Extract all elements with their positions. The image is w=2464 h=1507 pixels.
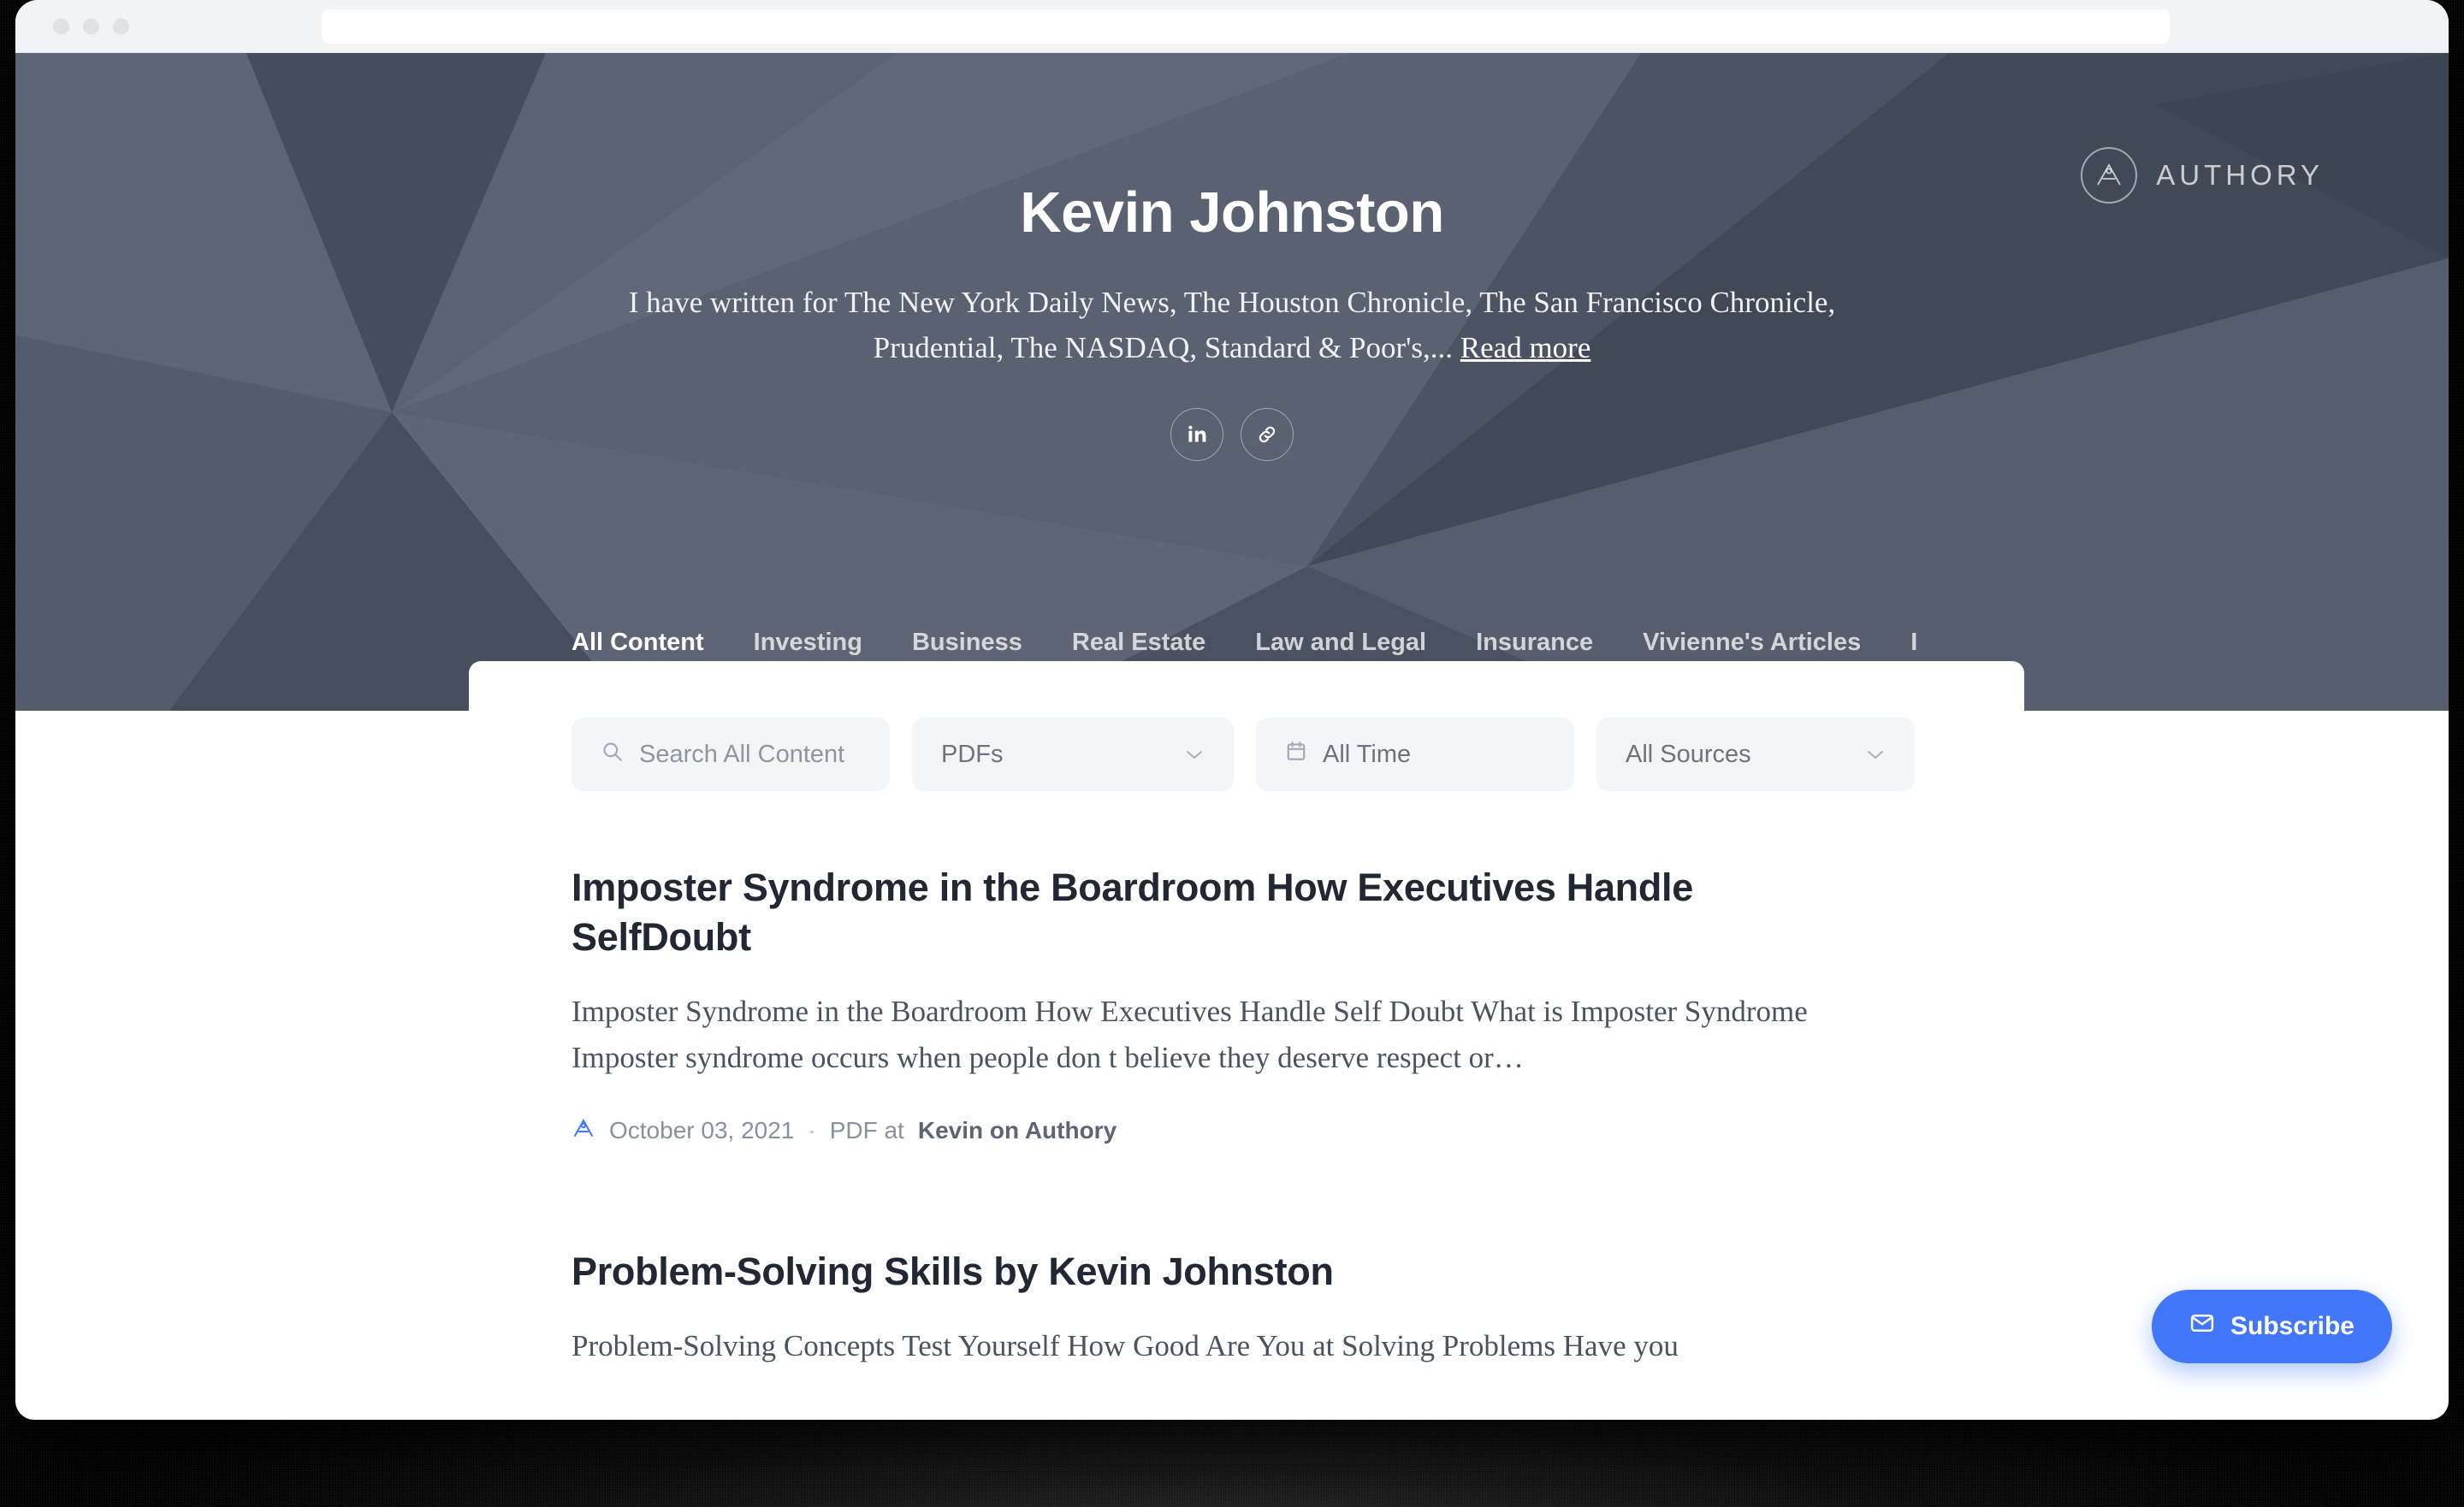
tab-investing[interactable]: Investing [754, 629, 862, 664]
article-date: October 03, 2021 [609, 1117, 795, 1144]
tab-all-content[interactable]: All Content [572, 629, 704, 694]
tab-business[interactable]: Business [912, 629, 1022, 664]
filter-bar: Search All Content PDFs All Time All Sou… [469, 718, 2024, 791]
search-icon [601, 740, 624, 770]
subscribe-button-label: Subscribe [2230, 1312, 2354, 1340]
subscribe-button[interactable]: Subscribe [2151, 1290, 2392, 1363]
envelope-icon [2189, 1310, 2215, 1343]
list-item: Imposter Syndrome in the Boardroom How E… [572, 791, 1922, 1146]
maximize-window-button[interactable] [113, 18, 129, 34]
traffic-lights [53, 18, 129, 34]
source-value: All Sources [1626, 740, 1751, 768]
tab-clipped[interactable]: I [1910, 629, 1928, 664]
search-input[interactable]: Search All Content [572, 718, 890, 791]
profile-bio-text: I have written for The New York Daily Ne… [628, 286, 1836, 365]
source-dropdown[interactable]: All Sources [1596, 718, 1915, 791]
time-range-dropdown[interactable]: All Time [1256, 718, 1574, 791]
article-title[interactable]: Problem-Solving Skills by Kevin Johnston [572, 1247, 1846, 1297]
profile-bio: I have written for The New York Daily Ne… [582, 280, 1882, 370]
article-list: Imposter Syndrome in the Boardroom How E… [469, 791, 2024, 1370]
article-source[interactable]: Kevin on Authory [918, 1117, 1116, 1144]
tab-viviennes-articles[interactable]: Vivienne's Articles [1643, 629, 1861, 664]
address-bar[interactable] [322, 9, 2170, 44]
tab-real-estate[interactable]: Real Estate [1072, 629, 1205, 664]
list-item: Problem-Solving Skills by Kevin Johnston… [572, 1146, 1922, 1370]
article-excerpt: Imposter Syndrome in the Boardroom How E… [572, 995, 1808, 1075]
chevron-down-icon [1184, 743, 1205, 765]
calendar-icon [1285, 740, 1307, 769]
chevron-down-icon [1865, 743, 1886, 765]
content-type-value: PDFs [941, 740, 1004, 768]
minimize-window-button[interactable] [83, 18, 99, 34]
authory-brand[interactable]: AUTHORY [2081, 147, 2324, 204]
page-title: Kevin Johnston [1020, 180, 1444, 245]
website-link[interactable] [1241, 408, 1294, 462]
authory-compass-icon [2081, 147, 2138, 204]
close-window-button[interactable] [53, 18, 69, 34]
linkedin-link[interactable] [1170, 408, 1223, 462]
article-kind: PDF at [829, 1117, 904, 1144]
browser-window: AUTHORY Kevin Johnston I have written fo… [15, 0, 2449, 1420]
search-input-placeholder: Search All Content [639, 740, 845, 768]
authory-wordmark: AUTHORY [2156, 159, 2324, 191]
content-card: Search All Content PDFs All Time All Sou… [469, 661, 2024, 1420]
article-title[interactable]: Imposter Syndrome in the Boardroom How E… [572, 863, 1846, 961]
tab-law-and-legal[interactable]: Law and Legal [1255, 629, 1426, 664]
browser-chrome [15, 0, 2449, 53]
social-links [524, 408, 1940, 462]
time-range-value: All Time [1323, 740, 1412, 768]
read-more-link[interactable]: Read more [1460, 331, 1591, 364]
authory-a-icon [572, 1116, 595, 1146]
meta-separator: · [808, 1117, 816, 1144]
article-meta: October 03, 2021 · PDF at Kevin on Autho… [572, 1116, 1922, 1146]
profile-hero: AUTHORY Kevin Johnston I have written fo… [15, 53, 2449, 711]
article-excerpt: Problem-Solving Concepts Test Yourself H… [572, 1329, 1679, 1363]
content-type-dropdown[interactable]: PDFs [912, 718, 1234, 791]
category-tabs: All Content Investing Business Real Esta… [572, 607, 2449, 694]
category-tabs-rail[interactable]: All Content Investing Business Real Esta… [15, 607, 2449, 694]
tab-insurance[interactable]: Insurance [1476, 629, 1593, 664]
